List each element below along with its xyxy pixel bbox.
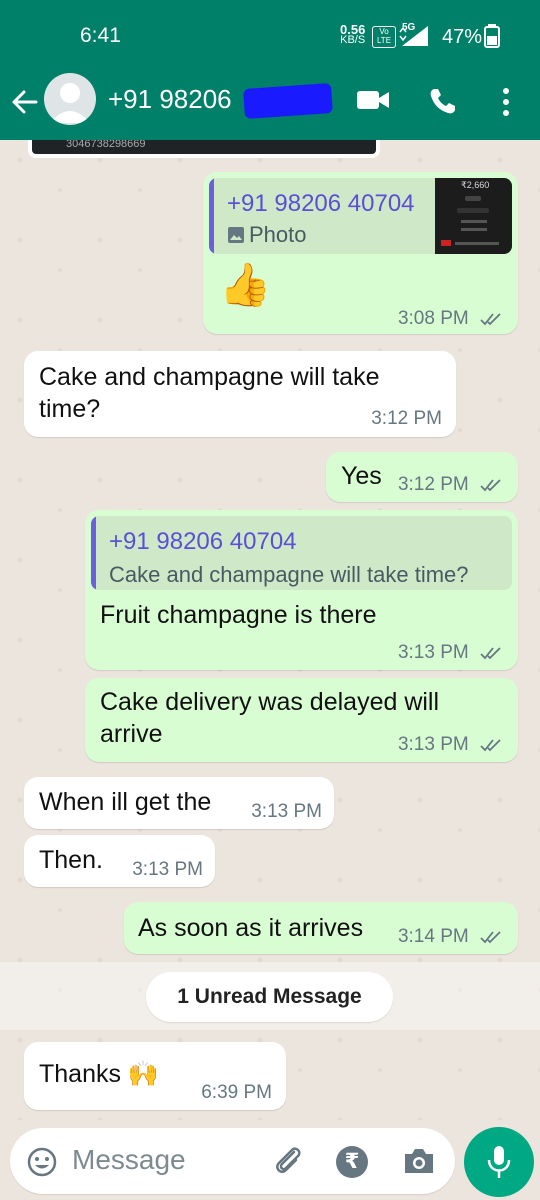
redaction-scribble xyxy=(243,82,333,120)
previous-snippet-text: 3046738298669 xyxy=(66,140,146,150)
message-input-box[interactable]: Message ₹ xyxy=(10,1128,455,1194)
avatar[interactable] xyxy=(44,73,96,125)
message-text: arrive xyxy=(100,720,163,748)
message-time-text: 3:08 PM xyxy=(397,308,469,329)
composer-bar: Message ₹ xyxy=(0,1120,540,1200)
net-speed-unit: KB/S xyxy=(340,34,366,46)
message-bubble-incoming[interactable]: Cake and champagne will take time? 3:12 … xyxy=(24,351,456,437)
message-text: Thanks 🙌 xyxy=(39,1060,160,1088)
default-avatar-icon xyxy=(50,83,90,123)
quoted-message[interactable]: +91 98206 40704 Photo ₹2,660 xyxy=(209,178,512,254)
thumbnail-amount: ₹2,660 xyxy=(461,180,490,190)
message-bubble-incoming[interactable]: Thanks 🙌 6:39 PM xyxy=(24,1042,286,1110)
thumbnail-detail xyxy=(465,196,481,201)
volte-icon: Vo LTE xyxy=(372,26,396,48)
unread-messages-label: 1 Unread Message xyxy=(146,972,393,1022)
status-time: 6:41 xyxy=(80,24,121,47)
status-bar: 6:41 0.56 KB/S Vo LTE 5G 47% xyxy=(0,0,540,64)
message-time-text: 3:14 PM xyxy=(397,926,469,947)
double-tick-icon xyxy=(480,931,501,944)
camera-icon[interactable] xyxy=(402,1146,436,1176)
message-time: 3:13 PM xyxy=(132,859,203,880)
message-time: 3:13 PM xyxy=(398,642,502,664)
message-bubble-outgoing[interactable]: Yes 3:12 PM xyxy=(326,452,518,502)
contact-name[interactable]: +91 98206 xyxy=(108,84,232,115)
message-bubble-outgoing[interactable]: Cake delivery was delayed will arrive 3:… xyxy=(85,678,518,762)
thumbnail-detail xyxy=(461,220,487,223)
previous-image-bubble[interactable]: 3046738298669 xyxy=(28,140,380,158)
photo-thumbnail[interactable]: ₹2,660 xyxy=(435,178,512,254)
message-time: 3:14 PM xyxy=(398,926,502,948)
emoji-icon[interactable] xyxy=(26,1146,58,1178)
message-time: 3:13 PM xyxy=(398,734,502,756)
back-arrow-icon[interactable] xyxy=(8,86,40,118)
thumbnail-detail xyxy=(461,228,487,231)
message-time: 3:12 PM xyxy=(371,408,442,429)
net-speed: 0.56 KB/S xyxy=(340,23,366,46)
quoted-message[interactable]: +91 98206 40704 Cake and champagne will … xyxy=(91,516,512,590)
message-time: 3:13 PM xyxy=(251,801,322,822)
battery-icon xyxy=(484,24,500,48)
message-text: time? xyxy=(39,395,101,423)
message-text: Cake and champagne will take xyxy=(39,363,380,391)
mic-button[interactable] xyxy=(464,1127,534,1197)
message-text: Then. xyxy=(39,846,103,874)
chat-header: +91 98206 xyxy=(0,64,540,140)
message-time-text: 3:12 PM xyxy=(397,474,469,495)
quote-text: Cake and champagne will take time? xyxy=(109,562,469,587)
phone-call-icon[interactable] xyxy=(428,86,458,116)
double-tick-icon xyxy=(480,739,501,752)
message-input[interactable]: Message xyxy=(72,1144,186,1176)
thumbnail-detail xyxy=(457,208,489,213)
message-bubble-outgoing[interactable]: +91 98206 40704 Cake and champagne will … xyxy=(85,510,518,670)
message-bubble-incoming[interactable]: When ill get the 3:13 PM xyxy=(24,777,334,829)
message-text: As soon as it arrives xyxy=(138,914,364,942)
more-options-icon[interactable] xyxy=(500,86,512,118)
message-bubble-outgoing[interactable]: +91 98206 40704 Photo ₹2,660 👍 3:08 PM xyxy=(203,172,518,334)
double-tick-icon xyxy=(480,313,501,326)
thumbnail-detail xyxy=(441,240,451,246)
message-bubble-incoming[interactable]: Then. 3:13 PM xyxy=(24,835,215,887)
message-text: When ill get the xyxy=(39,788,212,816)
message-time: 3:08 PM xyxy=(398,308,502,330)
attach-icon[interactable] xyxy=(272,1144,304,1178)
message-time: 6:39 PM xyxy=(201,1082,272,1103)
video-call-icon[interactable] xyxy=(356,88,390,112)
payment-rupee-icon[interactable]: ₹ xyxy=(336,1146,368,1178)
message-text: Fruit champagne is there xyxy=(100,601,377,629)
message-bubble-outgoing[interactable]: As soon as it arrives 3:14 PM xyxy=(124,902,518,954)
quote-sender: +91 98206 40704 xyxy=(109,528,297,555)
rupee-symbol: ₹ xyxy=(344,1150,360,1173)
thumbs-up-emoji: 👍 xyxy=(219,261,272,308)
message-time-text: 3:13 PM xyxy=(397,734,469,755)
signal-icon xyxy=(399,26,428,46)
double-tick-icon xyxy=(480,479,501,492)
quote-accent-bar xyxy=(209,178,214,254)
mic-icon xyxy=(487,1146,511,1178)
quote-photo-label: Photo xyxy=(249,222,307,247)
quote-accent-bar xyxy=(91,516,96,590)
message-time-text: 3:13 PM xyxy=(397,642,469,663)
message-text: Yes xyxy=(341,462,382,490)
quote-sender: +91 98206 40704 xyxy=(227,190,415,217)
message-time: 3:12 PM xyxy=(398,474,502,496)
double-tick-icon xyxy=(480,647,501,660)
message-text: Cake delivery was delayed will xyxy=(100,688,440,716)
photo-icon xyxy=(228,227,244,243)
thumbnail-detail xyxy=(455,242,499,245)
battery-percent: 47% xyxy=(442,26,483,48)
